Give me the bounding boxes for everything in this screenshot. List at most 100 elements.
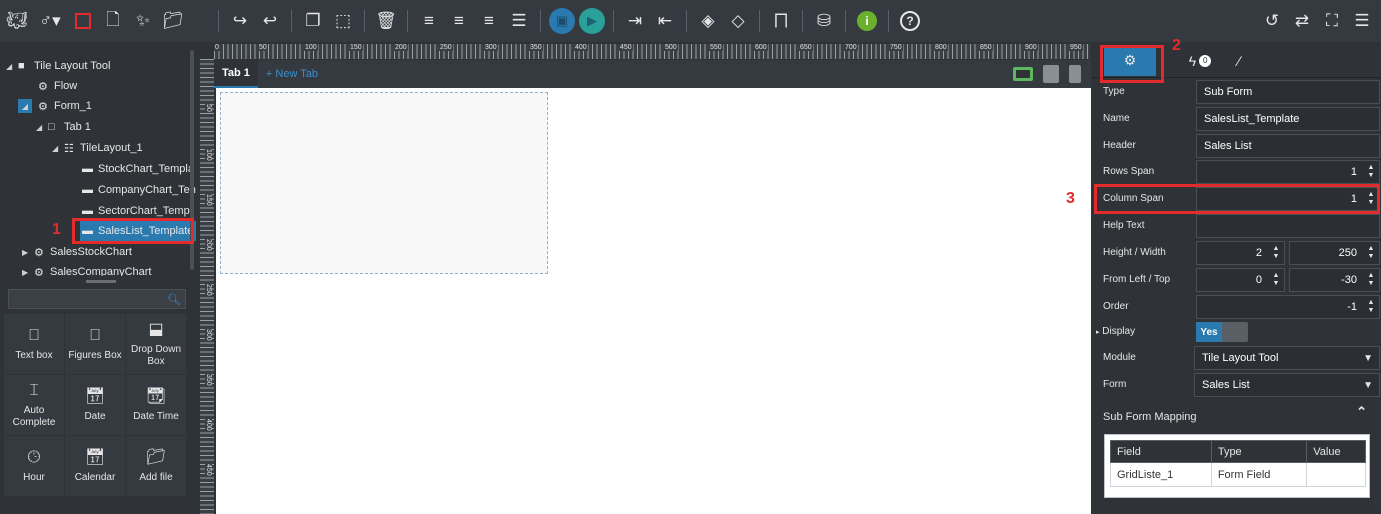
palette-item-add-file[interactable]: 📁︎ Add file bbox=[126, 436, 186, 496]
refresh-icon[interactable]: ⇄ bbox=[1287, 6, 1317, 36]
table-cell-type[interactable]: Form Field bbox=[1210, 462, 1308, 487]
tab-1[interactable]: Tab 1 bbox=[214, 60, 258, 88]
database-icon[interactable]: ⛁ bbox=[809, 6, 839, 36]
copy-icon[interactable]: ❐ bbox=[298, 6, 328, 36]
history-icon[interactable]: ↺ bbox=[1257, 6, 1287, 36]
spinner-icon[interactable]: ▲ ▼ bbox=[1366, 299, 1376, 315]
tile-layout-placeholder[interactable] bbox=[220, 92, 548, 274]
align-right-icon[interactable]: ≡ bbox=[444, 6, 474, 36]
palette-item-label: Add file bbox=[139, 471, 173, 483]
cut-icon[interactable]: ⬚ bbox=[328, 6, 358, 36]
sub-form-mapping-table: Field Type Value GridListe_1 Form Field bbox=[1104, 434, 1370, 498]
delete-icon[interactable]: 🗑︎ bbox=[371, 6, 401, 36]
align-left-icon[interactable]: ≡ bbox=[414, 6, 444, 36]
palette-item-drop-down-box[interactable]: ⬓ Drop Down Box bbox=[126, 314, 186, 374]
palette-item-calendar[interactable]: 📅︎ Calendar bbox=[65, 436, 125, 496]
undo-icon[interactable]: ↩ bbox=[255, 6, 285, 36]
bridge-icon[interactable]: ⨅ bbox=[766, 6, 796, 36]
tree-item-form-1[interactable]: ◢ ⚙ Form_1 bbox=[18, 96, 92, 116]
rows-span-field[interactable]: 1 ▲ ▼ bbox=[1196, 160, 1380, 184]
folder-icon[interactable]: 📁︎ bbox=[158, 6, 188, 36]
tab-style[interactable]: ∕ bbox=[1224, 46, 1254, 76]
tree-item-tilelayout-1[interactable]: ◢ ☷ TileLayout_1 bbox=[52, 138, 143, 158]
tablet-view-icon[interactable] bbox=[1043, 65, 1059, 83]
spinner-icon[interactable]: ▲ ▼ bbox=[1366, 272, 1376, 288]
spinner-icon[interactable]: ▲ ▼ bbox=[1271, 272, 1281, 288]
layers-stack-icon[interactable]: ◇ bbox=[723, 6, 753, 36]
spinner-icon[interactable]: ▲ ▼ bbox=[1366, 245, 1376, 261]
component-search-input[interactable] bbox=[0, 290, 168, 308]
collapse-arrow-icon[interactable]: ◢ bbox=[18, 99, 32, 113]
expand-arrow-icon[interactable]: ▶ bbox=[22, 248, 34, 257]
move-left-icon[interactable]: ⇤ bbox=[650, 6, 680, 36]
height-field[interactable]: 2 ▲ ▼ bbox=[1196, 241, 1285, 265]
tree-item-tab-1[interactable]: ◢ □ Tab 1 bbox=[36, 117, 91, 137]
tree-item-tile-layout-tool[interactable]: ◢ ■ Tile Layout Tool bbox=[6, 56, 110, 76]
tree-item-salescompanychart[interactable]: ▶ ⚙ SalesCompanyChart bbox=[22, 262, 152, 276]
align-center-icon[interactable]: ≡ bbox=[474, 6, 504, 36]
save-button[interactable]: ▣ bbox=[547, 6, 577, 36]
menu-icon[interactable]: ☰ bbox=[1347, 6, 1377, 36]
run-button[interactable]: ▶ bbox=[577, 6, 607, 36]
fullscreen-icon[interactable]: ⛶ bbox=[1317, 6, 1347, 36]
phone-view-icon[interactable] bbox=[1069, 65, 1081, 83]
expand-arrow-icon[interactable]: ◢ bbox=[52, 144, 64, 153]
order-field[interactable]: -1 ▲ ▼ bbox=[1196, 295, 1380, 319]
table-cell-value[interactable] bbox=[1306, 462, 1366, 487]
design-canvas[interactable] bbox=[216, 88, 1091, 514]
palette-item-date-time[interactable]: 📆︎ Date Time bbox=[126, 375, 186, 435]
module-select[interactable]: Tile Layout Tool ▼ bbox=[1194, 346, 1380, 370]
tree-item-label: CompanyChart_Ten bbox=[98, 184, 196, 196]
name-field[interactable]: SalesList_Template bbox=[1196, 107, 1380, 131]
width-field[interactable]: 250 ▲ ▼ bbox=[1289, 241, 1380, 265]
display-toggle[interactable]: Yes bbox=[1196, 322, 1248, 342]
tree-item-companychart-template[interactable]: ▬ CompanyChart_Ten bbox=[82, 180, 196, 200]
tree-item-flow[interactable]: ⚙ Flow bbox=[38, 76, 77, 96]
new-file-icon[interactable]: 🗋 bbox=[98, 6, 128, 36]
chevron-up-icon[interactable]: ⌃ bbox=[1356, 404, 1367, 420]
table-cell-field[interactable]: GridListe_1 bbox=[1110, 462, 1212, 487]
spinner-icon[interactable]: ▲ ▼ bbox=[1366, 164, 1376, 180]
expand-arrow-icon[interactable]: ◢ bbox=[6, 62, 18, 71]
from-top-field[interactable]: -30 ▲ ▼ bbox=[1289, 268, 1380, 292]
height-value: 2 bbox=[1255, 247, 1262, 259]
search-icon[interactable]: 🔍︎ bbox=[167, 293, 181, 306]
tab-icon: □ bbox=[48, 121, 55, 133]
move-right-icon[interactable]: ⇥ bbox=[620, 6, 650, 36]
gear-icon: ⚙ bbox=[34, 266, 44, 277]
spinner-icon[interactable]: ▲ ▼ bbox=[1271, 245, 1281, 261]
palette-item-auto-complete[interactable]: ⌶ Auto Complete bbox=[4, 375, 64, 435]
table-row[interactable]: GridListe_1 Form Field bbox=[1110, 462, 1366, 487]
expand-arrow-icon[interactable]: ◢ bbox=[36, 123, 48, 132]
form-select[interactable]: Sales List ▼ bbox=[1194, 373, 1380, 397]
type-field[interactable]: Sub Form bbox=[1196, 80, 1380, 104]
ruler-tick: 300 bbox=[484, 44, 498, 51]
dropdown-arrow-icon[interactable]: ▼ bbox=[1363, 353, 1373, 364]
tree-item-salesstockchart[interactable]: ▶ ⚙ SalesStockChart bbox=[22, 242, 132, 262]
palette-item-label: Hour bbox=[23, 471, 45, 483]
palette-item-figures-box[interactable]: ⎕ Figures Box bbox=[65, 314, 125, 374]
info-button[interactable]: i bbox=[852, 6, 882, 36]
dropdown-arrow-icon[interactable]: ▼ bbox=[1363, 380, 1373, 391]
octopus-logo-icon[interactable]: 🐙︎ bbox=[2, 6, 32, 36]
user-menu-icon[interactable]: ♂▾ bbox=[32, 6, 68, 36]
align-justify-icon[interactable]: ☰ bbox=[504, 6, 534, 36]
palette-item-date[interactable]: 📅︎ Date bbox=[65, 375, 125, 435]
red-square-icon[interactable] bbox=[68, 6, 98, 36]
magic-wand-icon[interactable]: ✨︎ bbox=[128, 6, 158, 36]
expand-arrow-icon[interactable]: ▶ bbox=[22, 268, 34, 277]
header-field[interactable]: Sales List bbox=[1196, 134, 1380, 158]
from-left-field[interactable]: 0 ▲ ▼ bbox=[1196, 268, 1285, 292]
desktop-view-icon[interactable] bbox=[1013, 67, 1033, 81]
help-button[interactable]: ? bbox=[895, 6, 925, 36]
help-text-field[interactable] bbox=[1196, 214, 1380, 238]
redo-icon[interactable]: ↪ bbox=[225, 6, 255, 36]
component-search-box[interactable]: 🔍︎ bbox=[0, 289, 186, 309]
tab-events[interactable]: ϟ 0 bbox=[1176, 46, 1224, 76]
tree-item-stockchart-template[interactable]: ▬ StockChart_Templa bbox=[82, 159, 194, 179]
panel-splitter-handle[interactable] bbox=[86, 280, 116, 283]
new-tab-button[interactable]: + New Tab bbox=[258, 60, 326, 88]
layers-icon[interactable]: ◈ bbox=[693, 6, 723, 36]
palette-item-text-box[interactable]: ⎕ Text box bbox=[4, 314, 64, 374]
palette-item-hour[interactable]: 🕒︎ Hour bbox=[4, 436, 64, 496]
